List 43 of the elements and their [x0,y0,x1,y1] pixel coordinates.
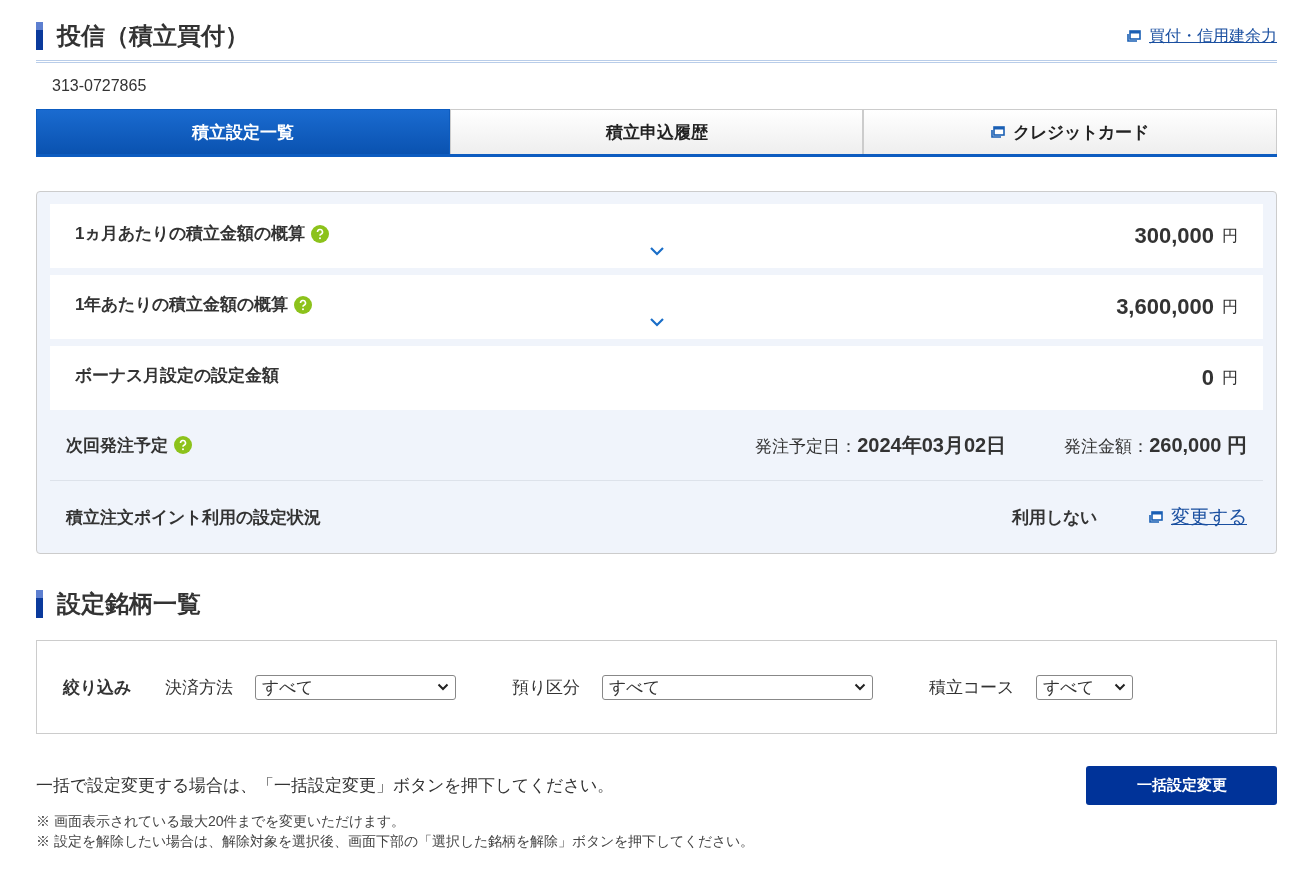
order-amount-label: 発注金額： [1064,435,1150,458]
point-setting-status: 利用しない [1012,506,1097,529]
caret-icon [437,683,449,691]
note-text: ※ 画面表示されている最大20件までを変更いただけます。 [36,812,407,831]
order-date: 2024年03月02日 [857,432,1007,458]
heading-accent-bar [36,22,43,50]
chevron-down-icon[interactable] [648,317,665,327]
summary-label: 1年あたりの積立金額の概算 [75,294,289,316]
dropdown[interactable]: すべて [602,674,873,700]
filter-label: 絞り込み [63,676,131,699]
select-label: 預り区分 [512,676,580,699]
help-icon[interactable] [311,224,330,243]
heading-accent-bar [36,590,43,618]
page-title: 投信（積立買付） [57,21,250,51]
caret-icon [854,683,866,691]
summary-label: 1ヵ月あたりの積立金額の概算 [75,223,306,245]
order-amount: 260,000 円 [1149,432,1247,458]
tab[interactable]: 積立申込履歴 [449,109,864,154]
select-label: 決済方法 [165,676,233,699]
bulk-change-button[interactable]: 一括設定変更 [1086,766,1277,805]
currency-unit: 円 [1222,367,1238,388]
amount-value: 0 [1201,365,1214,391]
account-number: 313-0727865 [51,76,148,96]
tab[interactable]: クレジットカード [863,109,1277,154]
amount-value: 300,000 [1134,223,1214,249]
section-title: 設定銘柄一覧 [57,589,201,619]
tab[interactable]: 積立設定一覧 [36,109,450,154]
dropdown[interactable]: すべて [1036,674,1133,700]
instruction-text: 一括で設定変更する場合は、「一括設定変更」ボタンを押下してください。 [36,775,614,797]
dropdown[interactable]: すべて [255,674,456,700]
chevron-down-icon[interactable] [648,246,665,256]
order-date-label: 発注予定日： [755,435,858,458]
amount-value: 3,600,000 [1116,294,1214,320]
next-order-label: 次回発注予定 [66,434,168,457]
summary-label: ボーナス月設定の設定金額 [75,365,279,387]
caret-icon [1114,683,1126,691]
currency-unit: 円 [1222,225,1238,246]
point-setting-label: 積立注文ポイント利用の設定状況 [66,506,322,529]
help-icon[interactable] [174,436,192,454]
help-icon[interactable] [294,295,313,314]
select-label: 積立コース [929,676,1014,699]
currency-unit: 円 [1222,296,1238,317]
note-text: ※ 設定を解除したい場合は、解除対象を選択後、画面下部の「選択した銘柄を解除」ボタンを押下してください。 [36,832,755,851]
